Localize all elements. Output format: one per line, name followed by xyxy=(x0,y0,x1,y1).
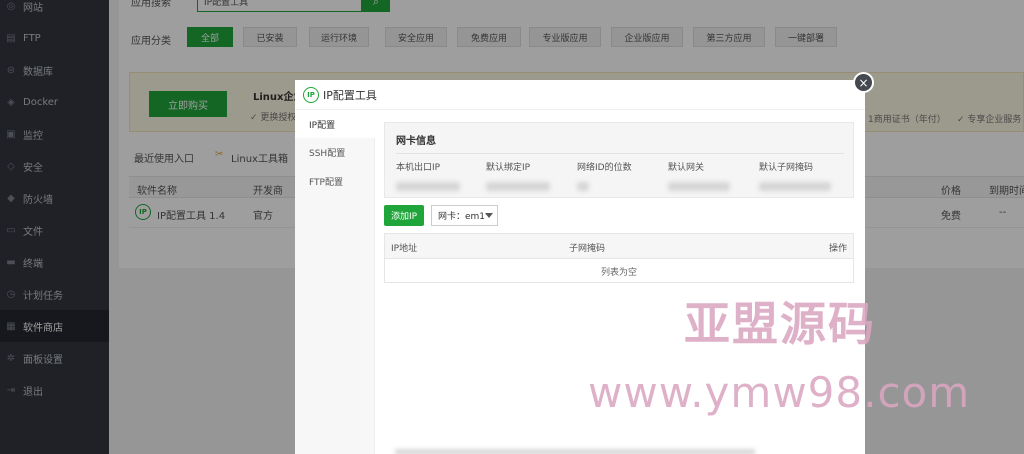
ip-table-header: IP地址 子网掩码 操作 xyxy=(385,234,853,259)
column-mask: 子网掩码 xyxy=(569,244,606,254)
chevron-down-icon xyxy=(485,213,493,218)
watermark-line1: 亚盟源码 xyxy=(684,297,876,351)
tab-ftp-config[interactable]: FTP配置 xyxy=(295,167,375,195)
close-icon[interactable]: × xyxy=(853,72,874,93)
ip-table: IP地址 子网掩码 操作 列表为空 xyxy=(384,233,854,283)
label-default-ip: 默认绑定IP xyxy=(486,163,531,173)
card-divider xyxy=(396,153,844,154)
label-default-mask: 默认子网掩码 xyxy=(759,163,814,173)
column-ops: 操作 xyxy=(828,244,847,254)
network-bits-value xyxy=(577,182,589,191)
gateway-value xyxy=(668,182,730,191)
label-default-gateway: 默认网关 xyxy=(668,163,705,173)
label-egress-ip: 本机出口IP xyxy=(396,163,441,173)
egress-ip-value xyxy=(396,182,460,191)
watermark-line2: www.ymw98.com xyxy=(588,368,971,417)
modal-header: IP IP配置工具 xyxy=(295,80,865,110)
label-network-bits: 网络ID的位数 xyxy=(577,163,632,173)
column-ip: IP地址 xyxy=(391,244,418,254)
modal-title: IP配置工具 xyxy=(323,88,377,102)
ip-logo-icon: IP xyxy=(303,86,319,103)
nic-info-card: 网卡信息 本机出口IP 默认绑定IP 网络ID的位数 默认网关 默认子网掩码 xyxy=(384,122,854,198)
tab-ip-config[interactable]: IP配置 xyxy=(295,110,375,138)
nic-select[interactable]: 网卡：em1 xyxy=(431,205,498,226)
default-ip-value xyxy=(486,182,550,191)
tab-ssh-config[interactable]: SSH配置 xyxy=(295,138,375,166)
mask-value xyxy=(759,182,831,191)
add-ip-button[interactable]: 添加IP xyxy=(384,205,424,226)
empty-list-text: 列表为空 xyxy=(600,268,637,278)
modal-tabs: IP配置 SSH配置 FTP配置 xyxy=(295,110,375,454)
nic-select-value: 网卡：em1 xyxy=(438,212,486,222)
card-title: 网卡信息 xyxy=(396,136,436,147)
footer-note xyxy=(395,449,755,454)
